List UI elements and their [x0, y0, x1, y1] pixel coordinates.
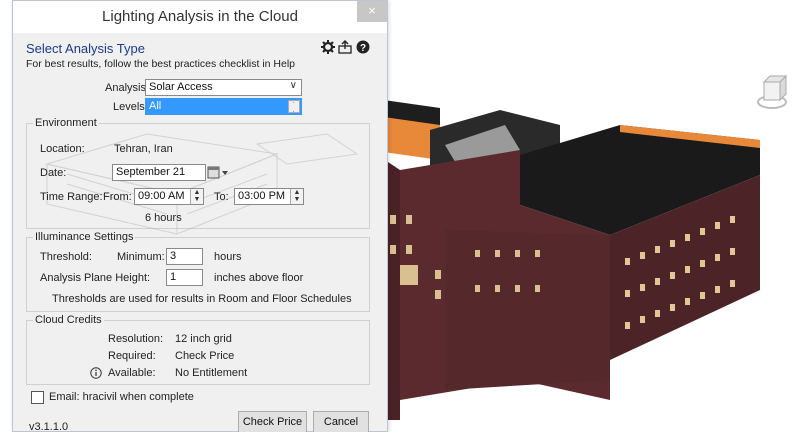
resolution-label: Resolution:	[108, 333, 164, 345]
analysis-select[interactable]: Solar Access ∨	[145, 79, 302, 96]
from-time-input[interactable]: 09:00 AM ▲ ▼	[134, 188, 204, 205]
date-field[interactable]: September 21	[112, 164, 206, 181]
levels-value: All	[149, 100, 162, 112]
dialog-body: Select Analysis Type For best results, f…	[13, 33, 387, 432]
cloud-credits-group-title: Cloud Credits	[33, 314, 104, 326]
to-label: To:	[214, 191, 229, 203]
required-value: Check Price	[175, 350, 235, 362]
minimum-unit-label: hours	[214, 251, 242, 263]
view-cube-icon[interactable]	[757, 74, 788, 109]
duration-text: 6 hours	[145, 212, 182, 224]
email-label: Email: hracivil when complete	[49, 391, 194, 403]
to-time-stepper-icon[interactable]: ▲ ▼	[290, 189, 303, 204]
time-range-label: Time Range:	[40, 191, 103, 203]
close-button[interactable]: ×	[357, 1, 387, 22]
help-icon[interactable]: ?	[356, 40, 370, 57]
minimum-hours-value: 3	[170, 250, 177, 262]
from-time-stepper-icon[interactable]: ▲ ▼	[190, 189, 203, 204]
available-value: No Entitlement	[175, 367, 248, 379]
title-bar[interactable]: Lighting Analysis in the Cloud ×	[13, 1, 387, 33]
illuminance-group-title: Illuminance Settings	[33, 231, 136, 243]
environment-group: Environment Location: Tehran, Iran Date:…	[26, 117, 370, 235]
cloud-credits-group: Cloud Credits Resolution: 12 inch grid R…	[26, 314, 370, 385]
available-label: Available:	[108, 367, 156, 379]
analysis-value: Solar Access	[149, 81, 213, 93]
required-label: Required:	[108, 350, 156, 362]
analysis-label: Analysis:	[105, 82, 150, 94]
calendar-icon[interactable]	[207, 165, 229, 180]
email-checkbox[interactable]	[31, 391, 44, 404]
plane-height-label: Analysis Plane Height:	[40, 272, 151, 284]
levels-select[interactable]: All ˙ ˙	[145, 98, 302, 119]
from-label: From:	[103, 191, 132, 203]
illuminance-group: Illuminance Settings Threshold: Minimum:…	[26, 231, 370, 312]
minimum-label: Minimum:	[117, 251, 165, 263]
chevron-down-icon: ∨	[289, 80, 297, 91]
thresholds-note: Thresholds are used for results in Room …	[52, 293, 352, 305]
resolution-value: 12 inch grid	[175, 333, 232, 345]
version-text: v3.1.1.0	[29, 421, 69, 432]
gear-icon[interactable]	[321, 40, 335, 57]
date-value: September 21	[116, 166, 186, 178]
to-time-value: 03:00 PM	[238, 190, 286, 202]
plane-height-input[interactable]: 1	[166, 269, 203, 286]
to-time-input[interactable]: 03:00 PM ▲ ▼	[234, 188, 304, 205]
threshold-label: Threshold:	[40, 251, 92, 263]
window-title: Lighting Analysis in the Cloud	[102, 8, 298, 25]
lighting-analysis-dialog: Lighting Analysis in the Cloud × Select …	[12, 0, 388, 432]
levels-label: Levels:	[113, 101, 148, 113]
svg-text:?: ?	[360, 43, 366, 54]
export-icon[interactable]	[338, 40, 352, 57]
location-value: Tehran, Iran	[114, 143, 173, 155]
location-label: Location:	[40, 143, 85, 155]
check-price-button[interactable]: Check Price	[238, 411, 307, 432]
cancel-button[interactable]: Cancel	[313, 411, 369, 432]
plane-height-unit-label: inches above floor	[214, 272, 304, 284]
plane-height-value: 1	[170, 271, 177, 283]
scroll-arrows-icon[interactable]: ˙ ˙	[288, 100, 300, 119]
info-icon[interactable]	[90, 367, 102, 382]
minimum-hours-input[interactable]: 3	[166, 248, 203, 265]
date-label: Date:	[40, 167, 67, 179]
section-heading: Select Analysis Type	[26, 41, 145, 56]
from-time-value: 09:00 AM	[138, 190, 185, 202]
environment-group-title: Environment	[33, 117, 99, 129]
best-practices-hint: For best results, follow the best practi…	[26, 58, 296, 70]
